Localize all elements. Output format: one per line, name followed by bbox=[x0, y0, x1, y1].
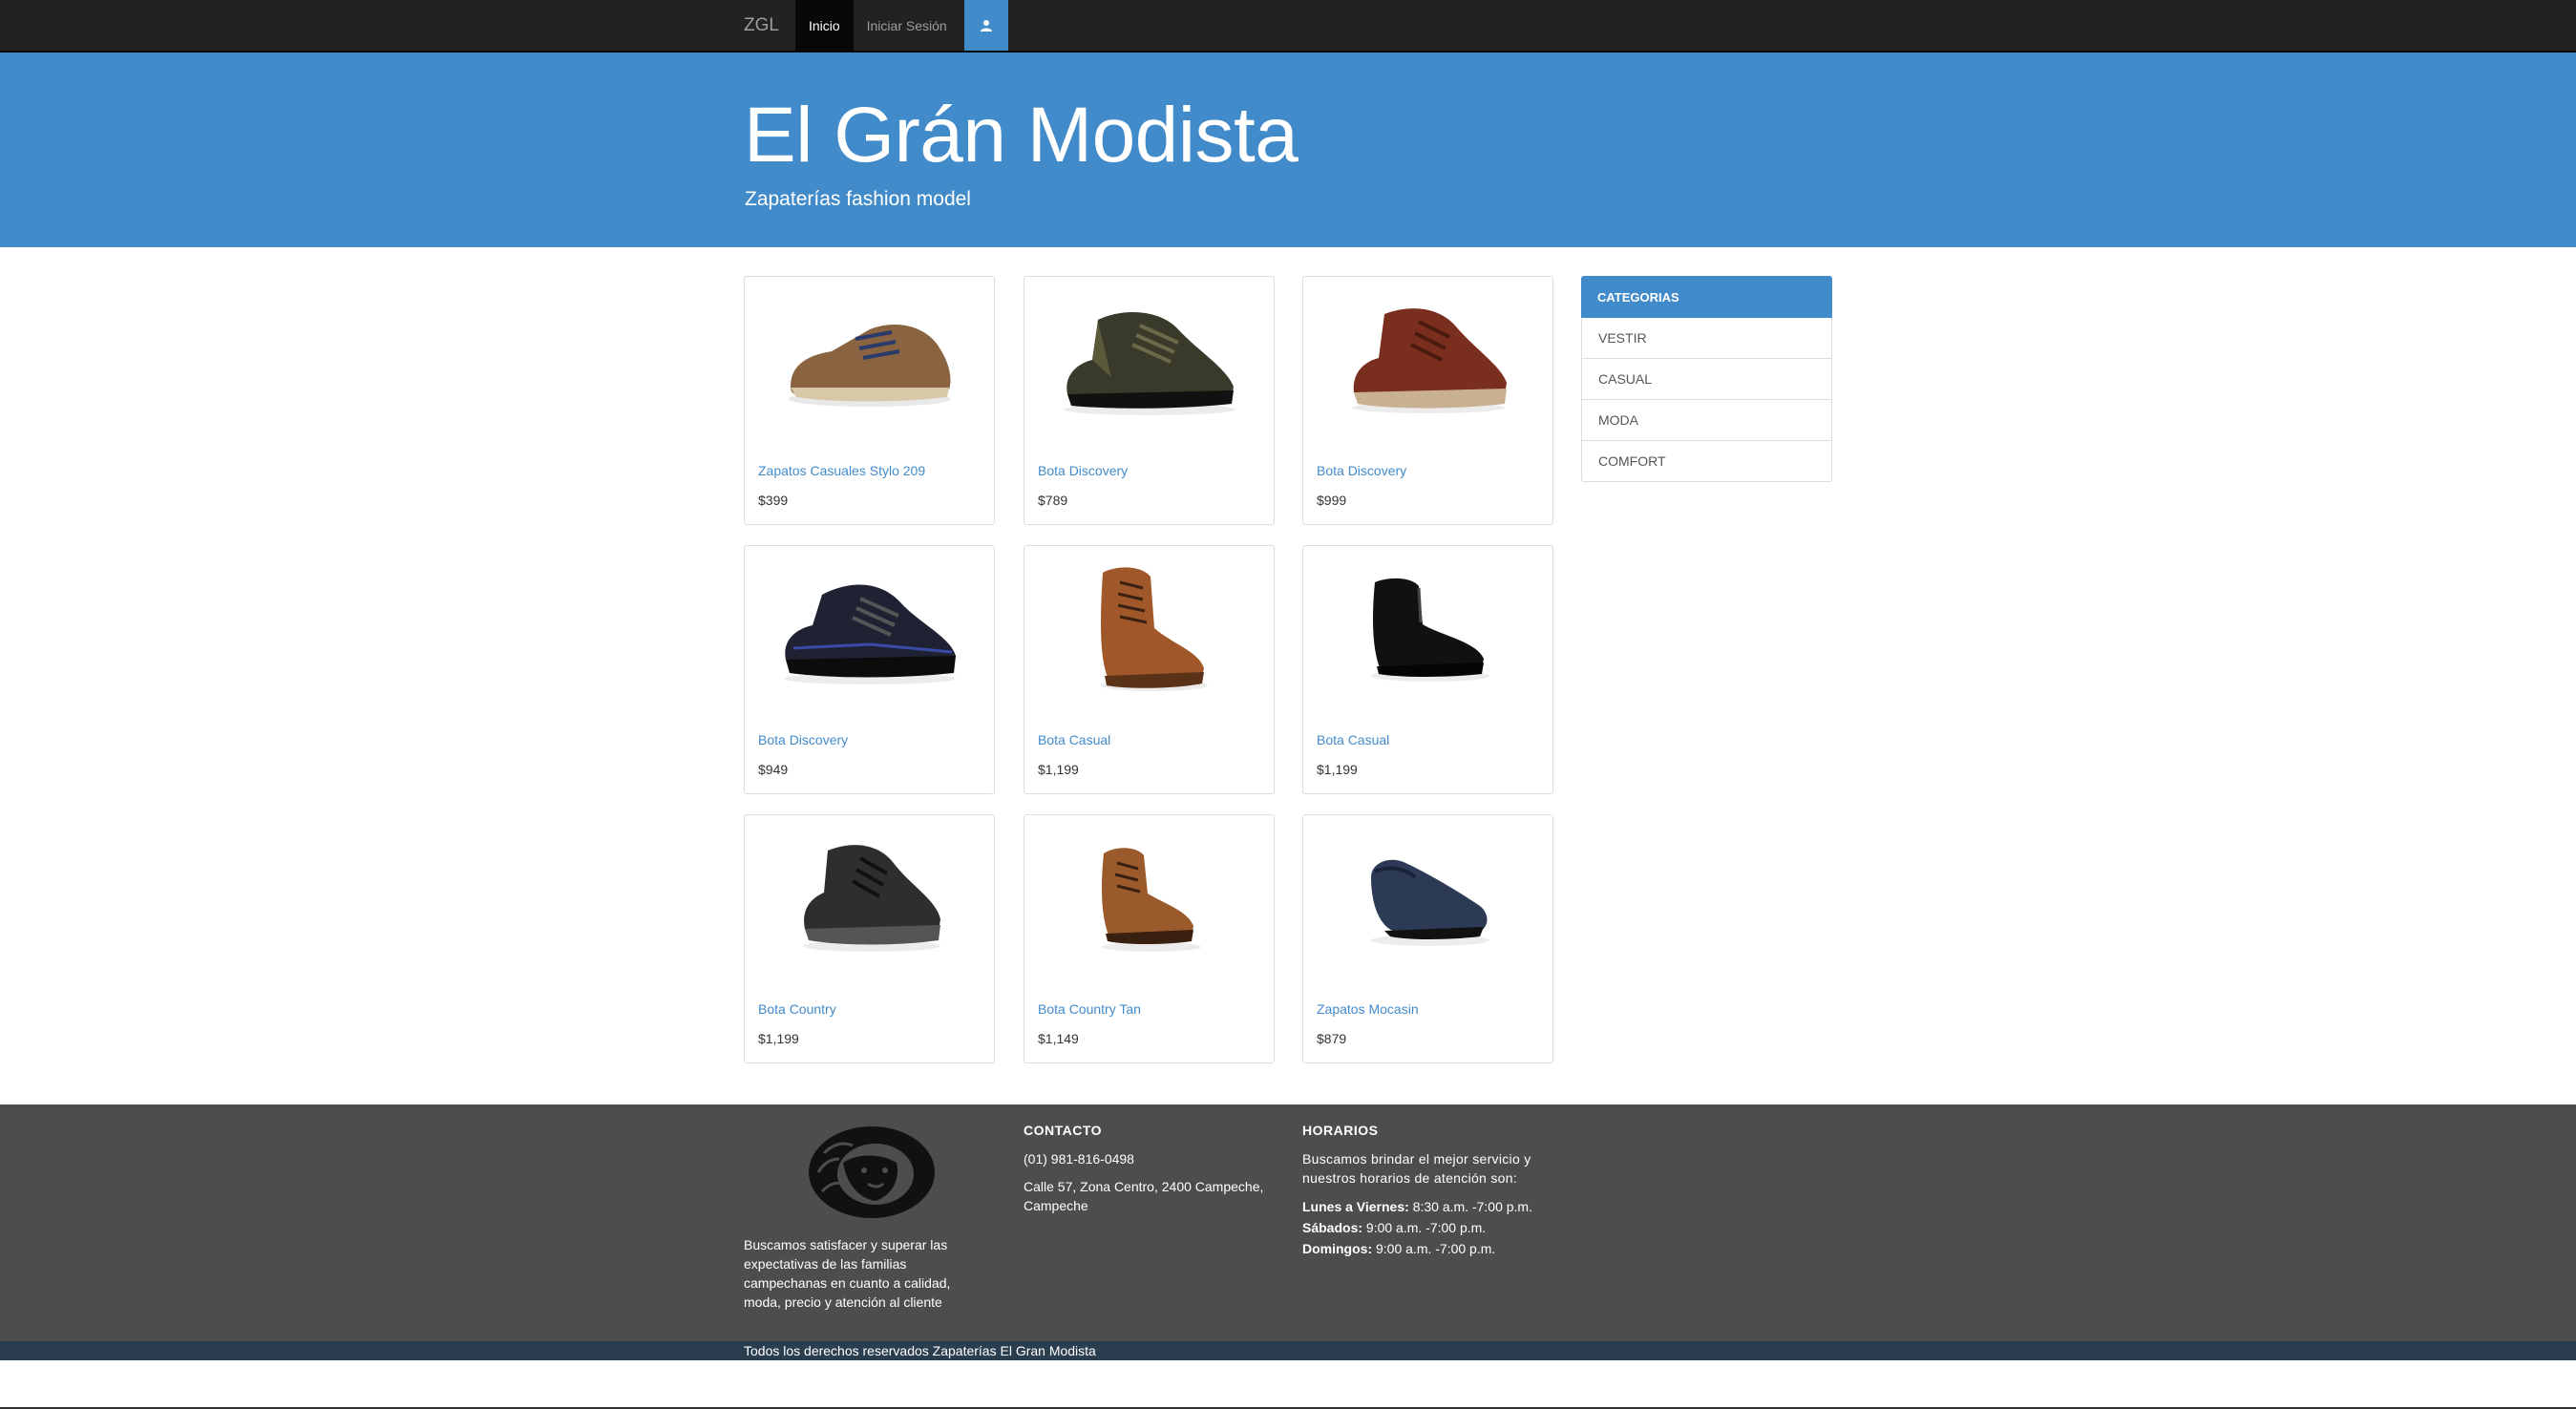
product-image[interactable] bbox=[1028, 281, 1270, 434]
footer-hours-row: Domingos: 9:00 a.m. -7:00 p.m. bbox=[1302, 1239, 1495, 1258]
shoe-image bbox=[1063, 311, 1235, 415]
category-item-comfort[interactable]: COMFORT bbox=[1581, 441, 1832, 482]
hours-day: Domingos: bbox=[1302, 1241, 1373, 1256]
product-card[interactable]: Bota Discovery $949 bbox=[744, 545, 995, 794]
product-card[interactable]: Zapatos Casuales Stylo 209 $399 bbox=[744, 276, 995, 525]
product-price: $1,149 bbox=[1038, 1031, 1079, 1046]
hours-time: 9:00 a.m. -7:00 p.m. bbox=[1376, 1241, 1496, 1256]
product-image[interactable] bbox=[1028, 819, 1270, 973]
site-subtitle: Zapaterías fashion model bbox=[745, 188, 971, 210]
product-price: $999 bbox=[1317, 493, 1347, 508]
product-image[interactable] bbox=[749, 819, 990, 973]
nav-item-iniciar-sesion[interactable]: Iniciar Sesión bbox=[854, 0, 961, 51]
footer-hours-title: HORARIOS bbox=[1302, 1123, 1379, 1138]
product-price: $1,199 bbox=[758, 1031, 799, 1046]
footer-about: Buscamos satisfacer y superar las expect… bbox=[744, 1237, 951, 1310]
category-item-moda[interactable]: MODA bbox=[1581, 400, 1832, 441]
user-icon bbox=[980, 19, 992, 32]
product-name[interactable]: Bota Country Tan bbox=[1038, 1001, 1141, 1017]
product-image[interactable] bbox=[1028, 550, 1270, 704]
product-image[interactable] bbox=[1307, 281, 1549, 434]
product-image[interactable] bbox=[1307, 819, 1549, 973]
hours-day: Lunes a Viernes: bbox=[1302, 1199, 1409, 1214]
product-price: $399 bbox=[758, 493, 789, 508]
category-item-vestir[interactable]: VESTIR bbox=[1581, 318, 1832, 359]
footer-address: Calle 57, Zona Centro, 2400 Campeche, Ca… bbox=[1024, 1179, 1264, 1213]
nav-user-button[interactable] bbox=[963, 0, 1008, 51]
categories-title: CATEGORIAS bbox=[1581, 276, 1832, 318]
product-card[interactable]: Bota Casual $1,199 bbox=[1024, 545, 1275, 794]
product-name[interactable]: Bota Discovery bbox=[1317, 463, 1406, 478]
footer-contact-title: CONTACTO bbox=[1024, 1123, 1103, 1138]
footer bbox=[0, 1104, 2576, 1341]
navbar: ZGL Inicio Iniciar Sesión bbox=[0, 0, 2576, 53]
product-card[interactable]: Bota Discovery $789 bbox=[1024, 276, 1275, 525]
product-card[interactable]: Bota Discovery $999 bbox=[1302, 276, 1553, 525]
product-image[interactable] bbox=[1307, 550, 1549, 704]
shoe-image bbox=[783, 584, 956, 684]
product-name[interactable]: Bota Discovery bbox=[758, 732, 848, 747]
shoe-image bbox=[1370, 859, 1489, 946]
jumbotron: El Grán Modista Zapaterías fashion model bbox=[0, 53, 2576, 247]
product-price: $879 bbox=[1317, 1031, 1347, 1046]
hours-time: 9:00 a.m. -7:00 p.m. bbox=[1365, 1220, 1487, 1235]
footer-hours-row: Lunes a Viernes: 8:30 a.m. -7:00 p.m. bbox=[1302, 1197, 1532, 1216]
product-card[interactable]: Bota Country Tan $1,149 bbox=[1024, 814, 1275, 1063]
product-name[interactable]: Zapatos Casuales Stylo 209 bbox=[758, 463, 925, 478]
product-price: $1,199 bbox=[1317, 762, 1358, 777]
shoe-image bbox=[802, 844, 940, 952]
navbar-inner: ZGL Inicio Iniciar Sesión bbox=[728, 0, 1008, 51]
footer-hours-intro: Buscamos brindar el mejor servicio y nue… bbox=[1302, 1151, 1531, 1186]
shoe-image bbox=[1370, 578, 1489, 682]
hours-time: 8:30 a.m. -7:00 p.m. bbox=[1412, 1199, 1532, 1214]
lion-head-logo bbox=[809, 1126, 935, 1218]
categories-panel: CATEGORIAS VESTIR CASUAL MODA COMFORT bbox=[1581, 276, 1832, 482]
copyright-text: Todos los derechos reservados Zapaterías… bbox=[744, 1343, 1096, 1358]
product-name[interactable]: Bota Casual bbox=[1317, 732, 1389, 747]
shoe-image bbox=[1101, 847, 1201, 952]
product-name[interactable]: Bota Casual bbox=[1038, 732, 1110, 747]
product-card[interactable]: Bota Country $1,199 bbox=[744, 814, 995, 1063]
shoe-image bbox=[1100, 566, 1208, 691]
footer-hours-row: Sábados: 9:00 a.m. -7:00 p.m. bbox=[1302, 1218, 1486, 1237]
product-image[interactable] bbox=[749, 550, 990, 704]
product-name[interactable]: Bota Discovery bbox=[1038, 463, 1128, 478]
product-card[interactable]: Zapatos Mocasin $879 bbox=[1302, 814, 1553, 1063]
product-price: $789 bbox=[1038, 493, 1068, 508]
category-item-casual[interactable]: CASUAL bbox=[1581, 359, 1832, 400]
product-price: $1,199 bbox=[1038, 762, 1079, 777]
hours-day: Sábados: bbox=[1302, 1220, 1363, 1235]
shoe-image bbox=[1351, 307, 1507, 413]
product-name[interactable]: Bota Country bbox=[758, 1001, 836, 1017]
nav-item-inicio[interactable]: Inicio bbox=[794, 0, 854, 51]
product-image[interactable] bbox=[749, 281, 990, 434]
shoe-image bbox=[788, 324, 951, 407]
navbar-brand[interactable]: ZGL bbox=[728, 0, 795, 51]
footer-phone: (01) 981-816-0498 bbox=[1024, 1151, 1134, 1167]
site-title: El Grán Modista bbox=[744, 92, 1299, 179]
copyright-bar: Todos los derechos reservados Zapaterías… bbox=[0, 1341, 2576, 1360]
product-name[interactable]: Zapatos Mocasin bbox=[1317, 1001, 1419, 1017]
product-card[interactable]: Bota Casual $1,199 bbox=[1302, 545, 1553, 794]
product-price: $949 bbox=[758, 762, 789, 777]
